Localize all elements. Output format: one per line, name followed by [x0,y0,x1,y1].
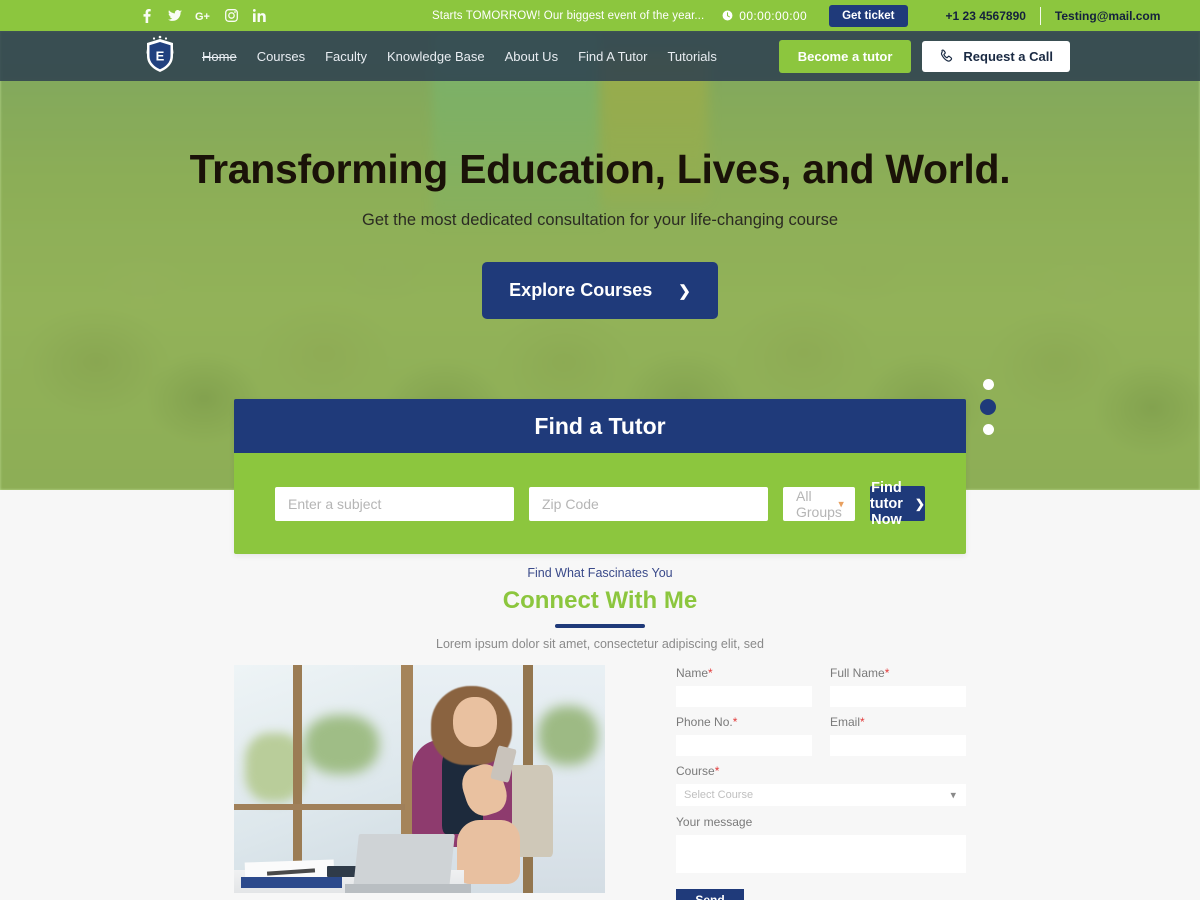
name-input[interactable] [676,686,812,707]
get-ticket-button[interactable]: Get ticket [829,4,908,27]
slider-dot-2-active[interactable] [980,399,996,415]
find-a-tutor-title: Find a Tutor [534,412,666,439]
countdown-timer: 00:00:00:00 [722,9,807,23]
field-phone-label: Phone No.* [676,715,812,729]
linkedin-icon[interactable] [250,7,268,25]
instagram-icon[interactable] [222,7,240,25]
section-eyebrow: Find What Fascinates You [527,566,673,580]
clock-icon [722,10,733,21]
section-underline [555,624,645,628]
subject-input[interactable] [275,486,514,521]
group-select[interactable]: All Groups ▾ [783,486,855,521]
svg-text:G+: G+ [195,11,210,22]
phone-input[interactable] [676,735,812,756]
svg-text:E: E [156,49,165,64]
field-phone-label-text: Phone No. [676,715,733,729]
find-a-tutor-card: Find a Tutor All Groups ▾ Find tutor Now… [234,399,966,554]
nav-actions: Become a tutor Request a Call [778,39,1070,73]
hero-title: Transforming Education, Lives, and World… [189,146,1011,192]
field-message: Your message [676,815,966,878]
nav-links: Home Courses Faculty Knowledge Base Abou… [202,49,717,64]
course-select-value: Select Course [684,789,754,801]
hero-subtitle: Get the most dedicated consultation for … [361,211,839,230]
form-row-2: Phone No.* Email* [676,715,966,764]
field-name-label: Name* [676,666,812,680]
field-name-label-text: Name [676,666,709,680]
request-a-call-label: Request a Call [963,48,1053,64]
slider-dot-1[interactable] [982,379,994,390]
field-full-name: Full Name* [830,666,966,707]
top-divider [1039,6,1041,25]
section-title: Connect With Me [502,587,698,614]
top-phone-number[interactable]: +1 23 4567890 [946,9,1026,23]
field-full-name-label: Full Name* [830,666,966,680]
required-marker: * [732,715,738,729]
explore-courses-button[interactable]: Explore Courses ❯ [482,262,718,320]
hero-slider-dots [980,379,996,435]
required-marker: * [714,764,720,778]
field-course-label-text: Course [676,764,715,778]
group-select-value: All Groups [796,487,842,520]
social-links: G+ [138,7,268,25]
find-tutor-now-button[interactable]: Find tutor Now ❯ [869,480,925,528]
connect-content-row: Name* Full Name* Phone No.* Email* Cours… [234,665,966,900]
page-root: G+ Starts TOMORROW! Our biggest event of… [0,0,1200,900]
chevron-down-icon: ▾ [838,498,844,510]
google-plus-icon[interactable]: G+ [194,7,212,25]
chevron-down-icon: ▾ [950,789,956,802]
field-name: Name* [676,666,812,707]
email-input[interactable] [830,735,966,756]
field-course-label: Course* [676,764,966,778]
top-email[interactable]: Testing@mail.com [1055,9,1161,23]
nav-item-about-us[interactable]: About Us [505,49,558,64]
message-textarea[interactable] [676,835,966,873]
request-a-call-button[interactable]: Request a Call [922,40,1070,72]
nav-item-tutorials[interactable]: Tutorials [667,49,716,64]
required-marker: * [884,666,890,680]
nav-item-home[interactable]: Home [202,49,237,64]
countdown-value: 00:00:00:00 [739,8,808,23]
field-course: Course* Select Course ▾ [676,764,966,806]
field-email-label-text: Email [830,715,861,729]
contact-form: Name* Full Name* Phone No.* Email* Cours… [676,665,966,900]
become-a-tutor-button[interactable]: Become a tutor [778,39,912,73]
facebook-icon[interactable] [138,7,156,25]
phone-icon [939,48,954,64]
send-button[interactable]: Send [676,889,744,900]
find-a-tutor-header: Find a Tutor [234,399,966,453]
find-a-tutor-form: All Groups ▾ Find tutor Now ❯ [234,453,966,554]
twitter-icon[interactable] [166,7,184,25]
required-marker: * [860,715,865,729]
field-email-label: Email* [830,715,966,729]
field-phone: Phone No.* [676,715,812,756]
connect-photo [234,665,605,893]
top-utility-bar: G+ Starts TOMORROW! Our biggest event of… [0,0,1200,31]
slider-dot-3[interactable] [982,424,994,435]
chevron-right-icon: ❯ [914,496,925,511]
form-row-1: Name* Full Name* [676,666,966,715]
site-logo[interactable]: E [138,35,182,77]
find-tutor-now-label: Find tutor Now [869,479,903,528]
zip-code-input[interactable] [529,486,768,521]
required-marker: * [708,666,713,680]
field-email: Email* [830,715,966,756]
nav-item-knowledge-base[interactable]: Knowledge Base [387,49,485,64]
promo-text: Starts TOMORROW! Our biggest event of th… [432,9,705,22]
full-name-input[interactable] [830,686,966,707]
field-message-label: Your message [676,815,753,829]
nav-item-courses[interactable]: Courses [257,49,305,64]
section-description: Lorem ipsum dolor sit amet, consectetur … [436,637,764,651]
field-full-name-label-text: Full Name [830,666,885,680]
course-select[interactable]: Select Course ▾ [676,784,966,806]
explore-courses-label: Explore Courses [509,280,653,301]
connect-section-header: Find What Fascinates You Connect With Me… [0,566,1200,651]
chevron-right-icon: ❯ [678,282,691,300]
main-navigation-bar: E Home Courses Faculty Knowledge Base Ab… [0,31,1200,81]
nav-item-faculty[interactable]: Faculty [325,49,367,64]
nav-item-find-a-tutor[interactable]: Find A Tutor [578,49,647,64]
